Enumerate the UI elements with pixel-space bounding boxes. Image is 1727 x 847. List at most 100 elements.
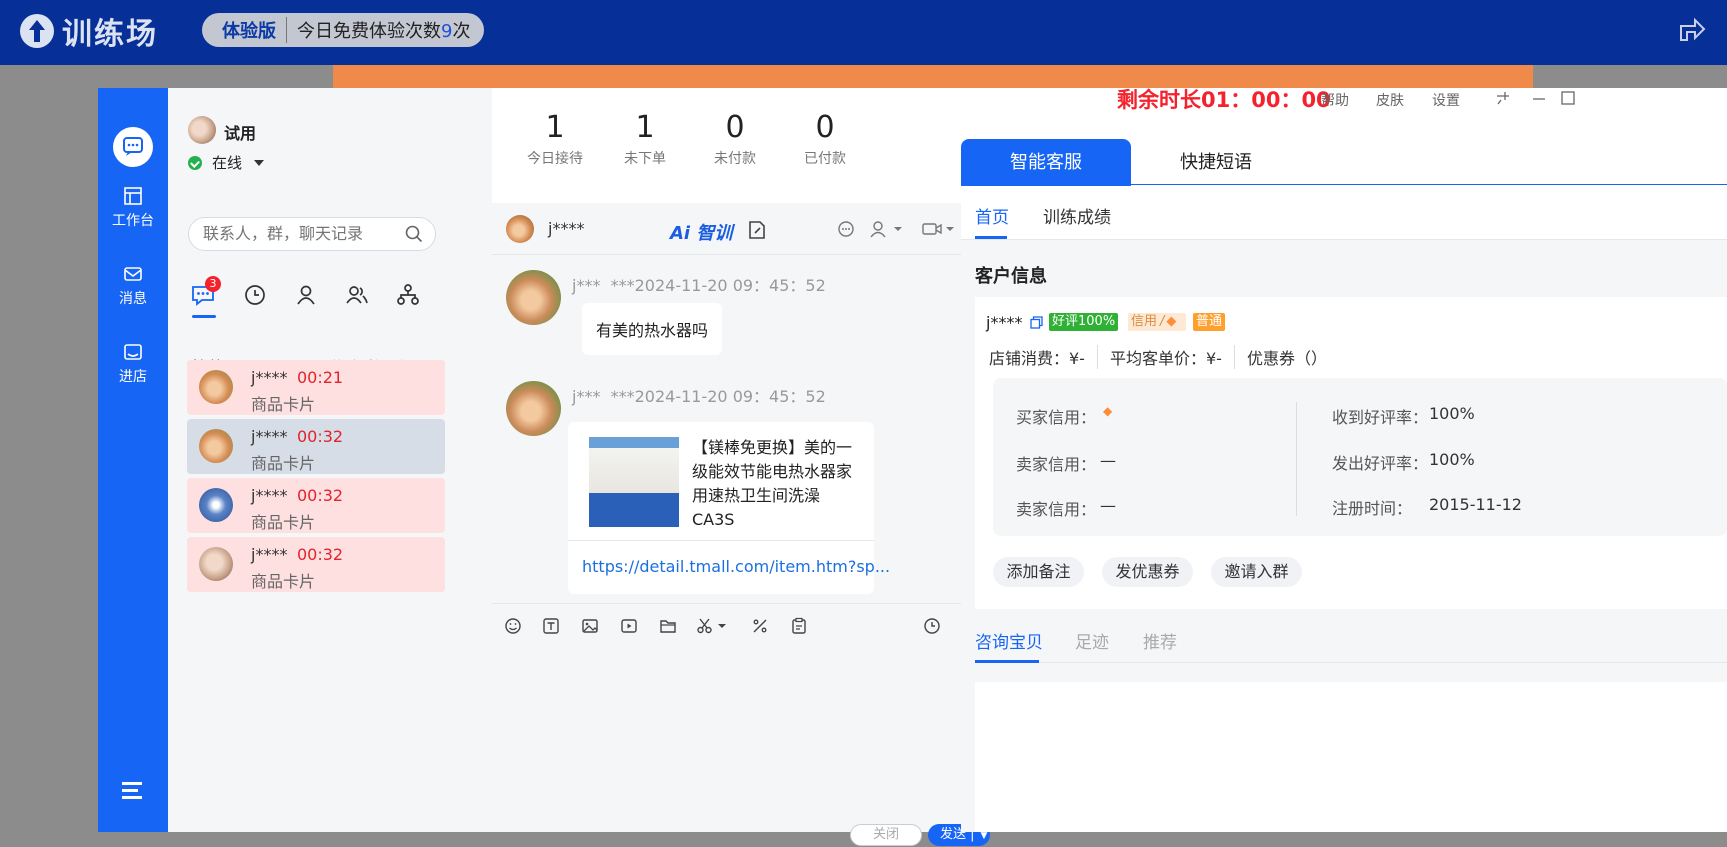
trial-pill: 体验版 今日免费体验次数9次	[202, 13, 484, 47]
close-button[interactable]: 关闭	[850, 824, 922, 846]
emoji-icon[interactable]	[504, 617, 522, 635]
chevron-down-icon[interactable]: ▼	[981, 831, 988, 841]
user-tab-icon[interactable]	[293, 282, 319, 308]
input-toolbar-divider	[492, 603, 1006, 604]
text-format-icon[interactable]	[542, 617, 560, 635]
coupons: 优惠券（）	[1246, 349, 1327, 368]
divider	[975, 662, 1727, 663]
pin-icon[interactable]	[1495, 90, 1511, 106]
avatar	[199, 488, 233, 522]
contact-item[interactable]: j**** 00:32 商品卡片	[187, 478, 445, 533]
contact-subtitle: 商品卡片	[251, 572, 316, 591]
tab-quick-phrases[interactable]: 快捷短语	[1131, 139, 1301, 186]
nav-messages[interactable]: 消息	[98, 264, 168, 308]
maximize-icon[interactable]	[1560, 90, 1576, 106]
tab-footprint[interactable]: 足迹	[1075, 628, 1109, 653]
active-tab-indicator	[975, 236, 1007, 239]
note-edit-icon[interactable]	[748, 220, 766, 240]
invite-group-button[interactable]: 邀请入群	[1211, 557, 1302, 587]
discount-icon[interactable]	[751, 617, 769, 635]
user-name: 试用	[224, 124, 257, 143]
clock-tab-icon[interactable]	[242, 282, 268, 308]
chevron-down-icon	[254, 159, 265, 166]
message-meta: j*** ***2024-11-20 09：45：52	[572, 276, 826, 295]
image-icon[interactable]	[581, 617, 599, 635]
contact-item[interactable]: j**** 00:32 商品卡片	[187, 419, 445, 474]
nav-store[interactable]: 进店	[98, 342, 168, 386]
avatar[interactable]	[506, 215, 534, 243]
diamond-icon: ◆	[1166, 314, 1177, 329]
exit-icon[interactable]	[1677, 16, 1707, 42]
settings-link[interactable]: 设置	[1432, 90, 1460, 110]
ai-training-button[interactable]: Ai 智训	[670, 219, 732, 245]
chat-bubble-icon[interactable]	[837, 220, 855, 238]
status-dropdown[interactable]: 在线	[188, 152, 265, 173]
avg-order-value: 平均客单价：¥-	[1110, 345, 1235, 369]
skin-link[interactable]: 皮肤	[1376, 90, 1404, 110]
nav-workbench[interactable]: 工作台	[98, 186, 168, 230]
group-tab-icon[interactable]	[344, 282, 370, 308]
shop-spend: 店铺消费：¥-	[989, 345, 1098, 369]
workbench-icon	[124, 187, 142, 205]
avatar	[199, 370, 233, 404]
given-rating-value: 100%	[1429, 450, 1475, 469]
add-user-icon[interactable]	[870, 220, 904, 238]
active-tab-indicator	[192, 315, 216, 318]
top-bar: 训练场 体验版 今日免费体验次数9次	[0, 0, 1727, 65]
product-title: 【镁棒免更换】美的一级能效节能电热水器家用速热卫生间洗澡CA3S	[692, 438, 853, 529]
avatar[interactable]	[188, 116, 216, 144]
contact-item[interactable]: j**** 00:32 商品卡片	[187, 537, 445, 592]
tab-smart-service[interactable]: 智能客服	[961, 139, 1131, 186]
product-link[interactable]: https://detail.tmall.com/item.htm?sp...	[582, 557, 890, 576]
tab-home[interactable]: 首页	[975, 203, 1009, 228]
stat-paid: 0 已付款	[804, 110, 846, 167]
buyer-credit-label: 买家信用：	[1016, 408, 1097, 427]
scissors-icon[interactable]	[696, 617, 728, 635]
register-time-label: 注册时间：	[1332, 499, 1413, 518]
received-rating-label: 收到好评率：	[1332, 408, 1429, 427]
minimize-icon[interactable]	[1531, 90, 1547, 106]
wait-time: 00:32	[297, 427, 344, 446]
stat-not-ordered: 1 未下单	[624, 110, 666, 167]
clipboard-icon[interactable]	[790, 617, 808, 635]
folder-icon[interactable]	[659, 617, 677, 635]
credit-tag: 信用 / ◆	[1128, 313, 1186, 331]
search-icon[interactable]	[405, 225, 423, 243]
contact-name: j****	[251, 368, 288, 387]
chat-logo-icon[interactable]	[113, 127, 153, 167]
contact-item[interactable]: j**** 00:21 商品卡片	[187, 360, 445, 415]
org-tab-icon[interactable]	[395, 282, 421, 308]
tab-training-score[interactable]: 训练成绩	[1043, 203, 1111, 228]
contacts-panel: 试用 在线 3 接待：3 联系时间 ↑ j****00:21商品卡片j****0…	[168, 88, 492, 832]
tab-consult-items[interactable]: 咨询宝贝	[975, 628, 1043, 653]
tab-recommend[interactable]: 推荐	[1143, 628, 1177, 653]
history-icon[interactable]	[923, 617, 941, 635]
level-tag: 普通	[1193, 313, 1226, 331]
avatar	[199, 547, 233, 581]
send-coupon-button[interactable]: 发优惠券	[1102, 557, 1193, 587]
background-banner	[333, 65, 1533, 90]
seller-credit-value: —	[1100, 451, 1116, 470]
product-card[interactable]: 【镁棒免更换】美的一级能效节能电热水器家用速热卫生间洗澡CA3S https:/…	[568, 422, 890, 594]
search-input[interactable]	[203, 224, 398, 243]
contact-subtitle: 商品卡片	[251, 454, 316, 473]
chat-panel: j**** Ai 智训 j*** ***2024-11-20 09：45：52 …	[492, 203, 1006, 846]
add-note-button[interactable]: 添加备注	[993, 557, 1084, 587]
trial-text: 今日免费体验次数9次	[297, 21, 471, 42]
upload-logo-icon	[20, 14, 54, 48]
spend-summary: 店铺消费：¥- 平均客单价：¥- 优惠券（）	[989, 345, 1351, 369]
seller-credit-label: 卖家信用：	[1016, 500, 1097, 519]
video-play-icon[interactable]	[620, 617, 638, 635]
copy-icon[interactable]	[1030, 316, 1043, 329]
remaining-time: 剩余时长01：00：00	[1117, 88, 1331, 112]
avatar[interactable]	[506, 270, 561, 325]
logo-text: 训练场	[62, 17, 158, 52]
help-link[interactable]: 帮助	[1321, 90, 1349, 110]
video-icon[interactable]	[922, 220, 956, 238]
contact-name: j****	[251, 427, 288, 446]
customer-name: j****	[986, 313, 1023, 332]
avatar[interactable]	[506, 381, 561, 436]
divider	[961, 239, 1727, 240]
received-rating-value: 100%	[1429, 404, 1475, 423]
menu-icon[interactable]	[122, 780, 144, 800]
